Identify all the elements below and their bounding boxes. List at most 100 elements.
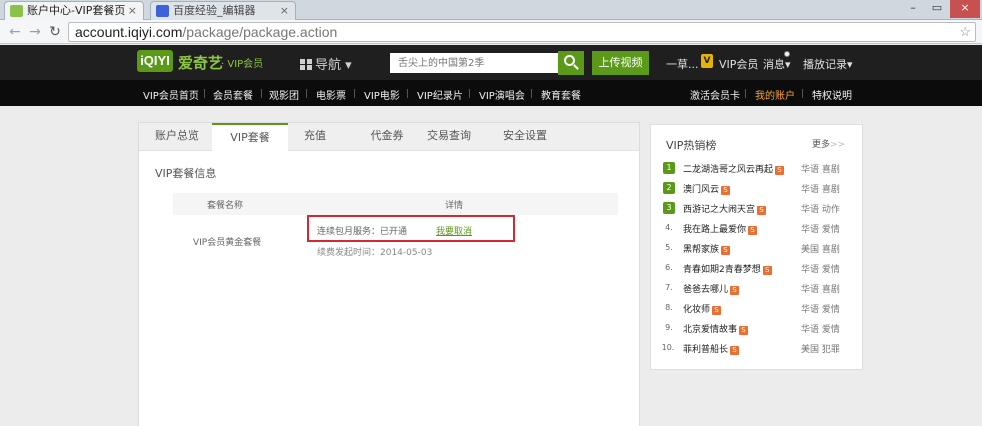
item-title-text: 澳门风云 — [683, 185, 720, 195]
item-genre: 华语 爱情 — [801, 225, 840, 235]
list-item[interactable]: 4. 我在路上最爱你 S 华语 爱情 — [663, 219, 853, 239]
history-label: 播放记录 — [803, 58, 847, 71]
service-status: 连续包月服务：已开通 — [317, 227, 408, 237]
item-title[interactable]: 二龙湖浩哥之风云再起 S — [683, 162, 785, 175]
tab-overview[interactable]: 账户总览 — [139, 123, 215, 151]
rank-number: 2 — [663, 182, 675, 194]
menu-divider — [531, 89, 532, 98]
list-item[interactable]: 9. 北京爱情故事 S 华语 爱情 — [663, 319, 853, 339]
search-button[interactable] — [558, 51, 584, 75]
tab-transactions[interactable]: 交易查询 — [411, 123, 487, 151]
tab-recharge[interactable]: 充值 — [277, 123, 353, 151]
item-title[interactable]: 青春如期2青春梦想 S — [683, 262, 772, 275]
rank-number: 6. — [665, 263, 673, 272]
menu-divider — [306, 89, 307, 98]
reload-icon[interactable]: ↻ — [46, 23, 64, 41]
more-link[interactable]: 更多>> — [812, 137, 845, 150]
list-item[interactable]: 7. 爸爸去哪儿 S 华语 喜剧 — [663, 279, 853, 299]
rank-number: 7. — [665, 283, 673, 292]
item-title-text: 爸爸去哪儿 — [683, 285, 729, 295]
user-name[interactable]: 一草... — [666, 56, 699, 72]
history-link[interactable]: 播放记录▾ — [803, 56, 853, 72]
menu-item-privileges[interactable]: 特权说明 — [812, 87, 852, 102]
browser-tabstrip: 账户中心-VIP套餐页 × 百度经验_编辑器 × – ▭ × — [0, 0, 982, 20]
double-chevron-right-icon: >> — [830, 140, 846, 150]
hot-list-title: VIP热销榜 — [666, 139, 717, 152]
item-title[interactable]: 北京爱情故事 S — [683, 322, 749, 335]
menu-item-vip-documentaries[interactable]: VIP纪录片 — [417, 87, 463, 102]
rank-number: 5. — [665, 243, 673, 252]
menu-item-my-account[interactable]: 我的账户 — [755, 87, 795, 102]
chevron-down-icon: ▾ — [847, 58, 853, 71]
menu-item-packages[interactable]: 会员套餐 — [213, 87, 253, 102]
s-tag-icon: S — [730, 346, 740, 355]
s-tag-icon: S — [721, 246, 731, 255]
list-item[interactable]: 10. 菲利普船长 S 美国 犯罪 — [661, 339, 853, 359]
item-title[interactable]: 菲利普船长 S — [683, 342, 740, 355]
browser-tab-inactive[interactable]: 百度经验_编辑器 × — [150, 1, 296, 20]
messages-link[interactable]: 消息▾ — [763, 56, 791, 72]
list-item[interactable]: 1 二龙湖浩哥之风云再起 S 华语 喜剧 — [663, 159, 853, 179]
menu-divider — [745, 89, 746, 98]
list-item[interactable]: 8. 化妆师 S 华语 爱情 — [663, 299, 853, 319]
menu-item-vip-movies[interactable]: VIP电影 — [364, 87, 400, 102]
item-title[interactable]: 澳门风云 S — [683, 182, 731, 195]
item-genre: 美国 喜剧 — [801, 245, 840, 255]
column-header-name: 套餐名称 — [207, 201, 244, 211]
vip-badge: V — [701, 54, 713, 68]
search-icon-handle — [573, 64, 579, 70]
item-title[interactable]: 西游记之大闹天宫 S — [683, 202, 767, 215]
list-item[interactable]: 3 西游记之大闹天宫 S 华语 动作 — [663, 199, 853, 219]
rank-number: 8. — [665, 303, 673, 312]
close-tab-icon[interactable]: × — [128, 2, 137, 19]
item-title[interactable]: 爸爸去哪儿 S — [683, 282, 740, 295]
item-title-text: 西游记之大闹天宫 — [683, 205, 756, 215]
item-title-text: 我在路上最爱你 — [683, 225, 747, 235]
column-header-details: 详情 — [445, 201, 464, 211]
browser-tab-active[interactable]: 账户中心-VIP套餐页 × — [4, 1, 144, 20]
menu-item-vip-concerts[interactable]: VIP演唱会 — [479, 87, 525, 102]
guide-label: 导航 — [315, 58, 342, 73]
rank-number: 10. — [661, 343, 675, 352]
maximize-icon[interactable]: ▭ — [926, 0, 948, 18]
menu-item-movie-tickets[interactable]: 电影票 — [316, 87, 346, 102]
menu-divider — [354, 89, 355, 98]
forward-icon[interactable]: → — [26, 23, 44, 41]
list-item[interactable]: 6. 青春如期2青春梦想 S 华语 爱情 — [663, 259, 853, 279]
rank-number: 9. — [665, 323, 673, 332]
package-table-header: 套餐名称 详情 — [173, 193, 618, 215]
vip-member-link[interactable]: VIP会员 — [719, 56, 758, 72]
item-title[interactable]: 黑帮家族 S — [683, 242, 731, 255]
back-icon[interactable]: ← — [6, 23, 24, 41]
menu-item-vip-home[interactable]: VIP会员首页 — [143, 87, 199, 102]
close-tab-icon[interactable]: × — [280, 2, 289, 19]
guide-menu[interactable]: 导航 ▾ — [300, 54, 352, 73]
address-bar[interactable]: account.iqiyi.com/package/package.action… — [68, 22, 976, 42]
messages-label: 消息 — [763, 58, 785, 71]
close-window-icon[interactable]: × — [950, 0, 980, 18]
list-item[interactable]: 5. 黑帮家族 S 美国 喜剧 — [663, 239, 853, 259]
search-input[interactable] — [390, 53, 558, 73]
bookmark-star-icon[interactable]: ☆ — [959, 23, 971, 41]
item-title[interactable]: 化妆师 S — [683, 302, 722, 315]
account-tabs: 账户总览 VIP套餐 充值 代金券 交易查询 安全设置 — [139, 123, 639, 152]
item-genre: 华语 喜剧 — [801, 165, 840, 175]
item-genre: 华语 爱情 — [801, 305, 840, 315]
menu-item-watch-group[interactable]: 观影团 — [269, 87, 299, 102]
tab-security[interactable]: 安全设置 — [487, 123, 563, 151]
item-title[interactable]: 我在路上最爱你 S — [683, 222, 758, 235]
rank-number: 1 — [663, 162, 675, 174]
s-tag-icon: S — [721, 186, 731, 195]
cancel-subscription-link[interactable]: 我要取消 — [436, 224, 472, 237]
notification-dot-icon — [784, 51, 790, 57]
menu-item-activate-card[interactable]: 激活会员卡 — [690, 87, 740, 102]
menu-divider — [802, 89, 803, 98]
menu-item-education[interactable]: 教育套餐 — [541, 87, 581, 102]
minimize-icon[interactable]: – — [902, 0, 924, 18]
list-item[interactable]: 2 澳门风云 S 华语 喜剧 — [663, 179, 853, 199]
item-genre: 华语 动作 — [801, 205, 840, 215]
item-title-text: 北京爱情故事 — [683, 325, 738, 335]
renewal-date: 续费发起时间：2014-05-03 — [317, 248, 433, 258]
upload-video-button[interactable]: 上传视频 — [592, 51, 649, 75]
package-name: VIP会员黄金套餐 — [193, 238, 262, 248]
